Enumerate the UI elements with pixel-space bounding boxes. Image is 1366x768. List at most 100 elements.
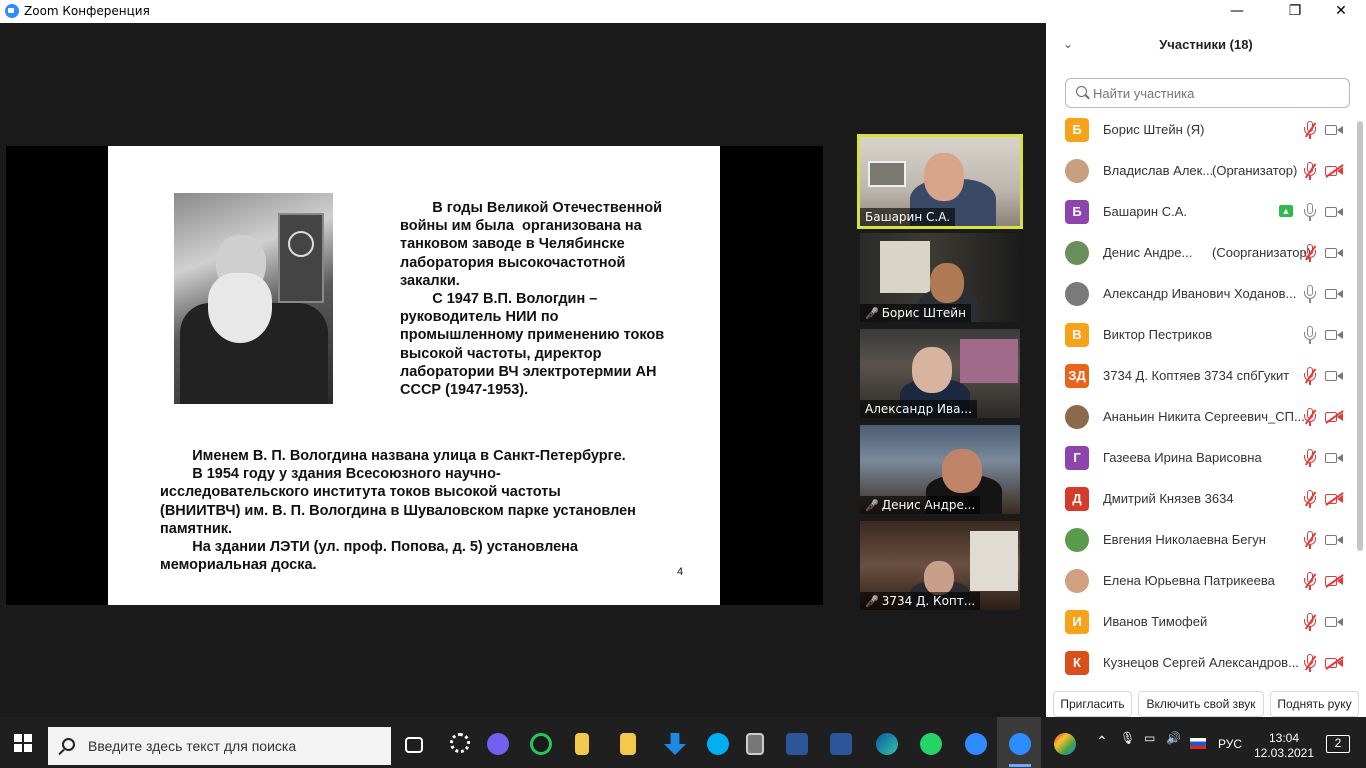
volume-icon[interactable]: 🔊 <box>1166 731 1181 745</box>
mic-muted-icon[interactable] <box>1303 366 1317 386</box>
mic-muted-icon[interactable] <box>1303 243 1317 263</box>
participant-row[interactable]: Ананьин Никита Сергеевич_СП... <box>1046 397 1356 438</box>
notifications-icon[interactable]: 2 <box>1326 735 1350 753</box>
video-name-label: 🎤̸ Борис Штейн <box>860 304 971 322</box>
participant-row[interactable]: Александр Иванович Ходанов... <box>1046 274 1356 315</box>
settings-gear-icon[interactable] <box>450 733 470 753</box>
network-icon[interactable]: ▭ <box>1144 731 1155 745</box>
participant-search-input[interactable] <box>1065 78 1350 108</box>
background-shelf <box>960 339 1018 383</box>
windows-start-icon[interactable] <box>14 734 32 752</box>
zoom-logo-icon <box>5 4 19 18</box>
participants-panel: ⌄ Участники (18) ББорис Штейн (Я)Владисл… <box>1046 23 1366 717</box>
video-thumb-boris[interactable]: 🎤̸ Борис Штейн <box>860 233 1020 322</box>
camera-icon[interactable] <box>1325 288 1343 300</box>
participant-row[interactable]: Евгения Николаевна Бегун <box>1046 520 1356 561</box>
mic-muted-icon[interactable] <box>1303 448 1317 468</box>
whatsapp-icon[interactable] <box>920 733 942 755</box>
maximize-button[interactable]: ❐ <box>1272 1 1318 22</box>
participant-avatar: К <box>1065 651 1089 675</box>
active-app-indicator <box>1009 764 1031 767</box>
mic-muted-icon[interactable] <box>1303 407 1317 427</box>
camera-icon[interactable] <box>1325 206 1343 218</box>
camera-off-icon[interactable] <box>1325 493 1343 505</box>
tray-expand-icon[interactable]: ⌃ <box>1096 733 1108 750</box>
video-name-label: 🎤̸ 3734 Д. Копт... <box>860 592 981 610</box>
edge-icon[interactable] <box>876 733 898 755</box>
unmute-button[interactable]: Включить свой звук <box>1138 691 1264 717</box>
participant-row[interactable]: ЗД 3734 Д. Коптяев 3734 спбГукит <box>1046 356 1356 397</box>
camera-off-icon[interactable] <box>1325 411 1343 423</box>
participant-name: Елена Юрьевна Патрикеева <box>1103 573 1275 588</box>
paint-icon[interactable] <box>1054 733 1076 755</box>
person-head <box>912 347 952 393</box>
mic-icon[interactable] <box>1303 284 1317 304</box>
participant-row[interactable]: К Кузнецов Сергей Александров... <box>1046 643 1356 680</box>
participants-scrollbar[interactable] <box>1356 111 1364 677</box>
file-explorer-icon[interactable] <box>620 733 636 755</box>
mic-muted-icon[interactable] <box>1303 571 1317 591</box>
mic-icon[interactable] <box>1303 325 1317 345</box>
participant-row[interactable]: Б Башарин С.А. ▲ <box>1046 192 1356 233</box>
close-button[interactable]: ✕ <box>1318 1 1364 22</box>
clock-time: 13:04 <box>1268 731 1300 745</box>
person-head <box>930 263 964 303</box>
russian-flag-icon[interactable] <box>1190 738 1206 749</box>
participant-row[interactable]: И Иванов Тимофей <box>1046 602 1356 643</box>
camera-off-icon[interactable] <box>1325 575 1343 587</box>
camera-off-icon[interactable] <box>1325 165 1343 177</box>
mic-muted-icon[interactable] <box>1303 530 1317 550</box>
participant-avatar: В <box>1065 323 1089 347</box>
participant-row[interactable]: Елена Юрьевна Патрикеева <box>1046 561 1356 602</box>
word-icon-2[interactable] <box>830 733 852 755</box>
video-thumb-koptyaev[interactable]: 🎤̸ 3734 Д. Копт... <box>860 521 1020 610</box>
mic-muted-icon[interactable] <box>1303 612 1317 632</box>
mic-muted-icon[interactable] <box>1303 120 1317 140</box>
download-icon[interactable] <box>664 733 686 755</box>
calculator-icon[interactable] <box>746 733 764 755</box>
folder-icon[interactable] <box>575 733 589 755</box>
wall-picture <box>868 161 906 187</box>
scrollbar-thumb[interactable] <box>1357 121 1363 551</box>
word-icon[interactable] <box>786 733 808 755</box>
mic-muted-icon[interactable] <box>1303 161 1317 181</box>
participant-row[interactable]: В Виктор Пестриков <box>1046 315 1356 356</box>
participant-name: Александр Иванович Ходанов... <box>1103 286 1297 301</box>
video-thumb-alexander[interactable]: Александр Ива... <box>860 329 1020 418</box>
raise-hand-button[interactable]: Поднять руку <box>1270 691 1359 717</box>
participant-row[interactable]: Владислав Алек... (Организатор) <box>1046 151 1356 192</box>
equipment-panel <box>278 213 324 303</box>
language-indicator[interactable]: РУС <box>1218 737 1242 751</box>
video-thumb-basharin[interactable]: Башарин С.А. <box>857 134 1023 229</box>
participant-row[interactable]: Г Газеева Ирина Варисовна <box>1046 438 1356 479</box>
task-view-icon[interactable] <box>405 737 423 753</box>
mic-muted-icon[interactable] <box>1303 653 1317 673</box>
camera-icon[interactable] <box>1325 616 1343 628</box>
skype-icon[interactable] <box>707 733 729 755</box>
camera-icon[interactable] <box>1325 452 1343 464</box>
mic-icon[interactable] <box>1303 202 1317 222</box>
participant-row[interactable]: Д Дмитрий Князев 3634 <box>1046 479 1356 520</box>
taskbar-clock[interactable]: 13:04 12.03.2021 <box>1252 731 1316 761</box>
camera-icon[interactable] <box>1325 247 1343 259</box>
search-icon <box>62 738 75 751</box>
camera-icon[interactable] <box>1325 534 1343 546</box>
microphone-icon[interactable]: 🎙 <box>1120 731 1135 745</box>
invite-button[interactable]: Пригласить <box>1053 691 1132 717</box>
camera-off-icon[interactable] <box>1325 657 1343 669</box>
camera-icon[interactable] <box>1325 329 1343 341</box>
camera-icon[interactable] <box>1325 124 1343 136</box>
camera-icon[interactable] <box>1325 370 1343 382</box>
participant-row[interactable]: Денис Андре... (Соорганизатор) <box>1046 233 1356 274</box>
viber-icon[interactable] <box>487 733 509 755</box>
participant-avatar <box>1065 569 1089 593</box>
mic-muted-icon[interactable] <box>1303 489 1317 509</box>
zoom-icon[interactable] <box>965 733 987 755</box>
taskbar-search-box[interactable]: Введите здесь текст для поиска <box>48 727 391 765</box>
participant-row[interactable]: Б Борис Штейн (Я) <box>1046 110 1356 151</box>
minimize-button[interactable]: — <box>1214 1 1260 22</box>
video-thumb-denis[interactable]: 🎤̸ Денис Андре... <box>860 425 1020 514</box>
icq-icon[interactable] <box>530 733 552 755</box>
slide-page-number: 4 <box>677 566 684 578</box>
zoom-meeting-icon[interactable] <box>1009 733 1031 755</box>
